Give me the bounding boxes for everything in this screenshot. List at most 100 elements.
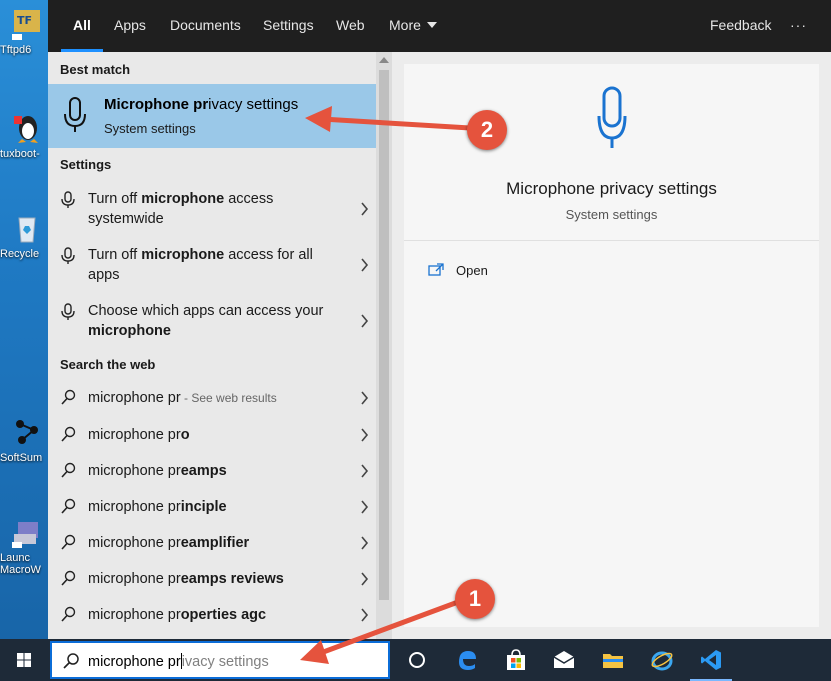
macro-launcher-icon: [12, 522, 38, 548]
chevron-right-icon: [361, 391, 369, 405]
desktop-icon-macro-launcher[interactable]: Launc MacroW: [0, 512, 48, 592]
recycle-bin-icon: [18, 217, 36, 243]
desktop-icon-label: Tftpd6: [0, 44, 32, 56]
chevron-right-icon: [361, 572, 369, 586]
web-result-label: microphone pro: [88, 427, 190, 443]
taskbar: microphone privacy settings: [0, 639, 831, 681]
settings-heading: Settings: [60, 157, 112, 172]
windows-start-icon[interactable]: [0, 639, 48, 681]
web-result-label: microphone preamplifier: [88, 535, 250, 551]
desktop-icon-recycle[interactable]: Recycle: [0, 208, 48, 288]
chevron-right-icon: [361, 258, 369, 272]
microphone-icon: [61, 247, 75, 264]
preview-actions: Open: [404, 240, 819, 627]
settings-item[interactable]: Turn off microphone access for all apps: [48, 244, 376, 292]
feedback-link[interactable]: Feedback: [710, 0, 771, 52]
desktop-icon-label: SoftSum: [0, 452, 43, 464]
softsum-icon: [16, 420, 38, 444]
search-query: microphone privacy settings: [88, 653, 269, 670]
web-result-item[interactable]: microphone pro: [48, 425, 376, 451]
desktop-icon-label: Recycle: [0, 248, 40, 260]
desktop-icon-softsum[interactable]: SoftSum: [0, 412, 48, 492]
tab-all[interactable]: All: [61, 0, 103, 52]
tab-more-label: More: [389, 17, 421, 33]
open-external-icon: [428, 263, 444, 276]
open-action-label: Open: [456, 263, 488, 278]
internet-explorer-icon[interactable]: [650, 648, 674, 672]
search-icon: [61, 534, 76, 550]
search-icon: [61, 426, 76, 442]
results-list: Best match Microphone privacy settings S…: [48, 52, 392, 639]
tab-settings[interactable]: Settings: [263, 0, 314, 52]
vscode-icon[interactable]: [699, 648, 723, 672]
settings-item-label: Turn off microphone access for all apps: [88, 247, 313, 283]
desktop-icon-label-2: MacroW: [0, 564, 41, 576]
taskbar-search-input[interactable]: microphone privacy settings: [50, 641, 390, 679]
chevron-right-icon: [361, 314, 369, 328]
microphone-icon: [64, 97, 86, 132]
web-result-label: microphone principle: [88, 499, 227, 515]
microphone-icon: [61, 191, 75, 208]
chevron-right-icon: [361, 464, 369, 478]
web-result-item[interactable]: microphone preamps: [48, 461, 376, 487]
web-result-label: microphone preamps reviews: [88, 571, 284, 587]
preview-pane: Microphone privacy settings System setti…: [392, 52, 831, 639]
annotation-badge-2: 2: [467, 110, 507, 150]
chevron-right-icon: [361, 500, 369, 514]
web-result-label: microphone preamps: [88, 463, 227, 479]
scroll-up-arrow-icon[interactable]: [379, 57, 389, 63]
settings-item[interactable]: Turn off microphone access systemwide: [48, 188, 376, 236]
store-icon[interactable]: [504, 648, 528, 672]
more-options-button[interactable]: ···: [790, 0, 807, 52]
web-result-item[interactable]: microphone principle: [48, 497, 376, 523]
best-match-subtitle: System settings: [104, 121, 196, 136]
desktop-icon-label: tuxboot-: [0, 148, 40, 160]
settings-item-label: Choose which apps can access your microph…: [88, 303, 324, 339]
web-result-item[interactable]: microphone preamplifier: [48, 533, 376, 559]
tux-icon: [14, 116, 38, 143]
microphone-icon: [597, 86, 627, 148]
search-icon: [61, 389, 76, 405]
web-result-item[interactable]: microphone pr - See web results: [48, 388, 376, 414]
web-heading: Search the web: [60, 357, 156, 372]
best-match-title: Microphone privacy settings: [104, 96, 299, 113]
chevron-right-icon: [361, 536, 369, 550]
tftpd-icon: TF: [12, 10, 40, 40]
mail-icon[interactable]: [552, 648, 576, 672]
svg-text:TF: TF: [17, 14, 32, 27]
tab-more[interactable]: More: [389, 0, 437, 52]
tab-apps[interactable]: Apps: [114, 0, 146, 52]
chevron-right-icon: [361, 428, 369, 442]
web-result-item[interactable]: microphone preamps reviews: [48, 569, 376, 595]
settings-item-label: Turn off microphone access systemwide: [88, 191, 274, 227]
preview-subtitle: System settings: [565, 207, 658, 222]
desktop-icon-label: Launc: [0, 552, 30, 564]
search-scope-bar: All Apps Documents Settings Web More Fee…: [48, 0, 831, 52]
web-result-label: microphone properties agc: [88, 607, 267, 623]
desktop: TF Tftpd6 tuxboot- Recycle SoftSum Launc…: [0, 0, 48, 639]
microphone-icon: [61, 303, 75, 320]
preview-title: Microphone privacy settings: [506, 179, 717, 198]
tab-web[interactable]: Web: [336, 0, 365, 52]
search-icon: [61, 570, 76, 586]
chevron-down-icon: [426, 22, 437, 28]
scrollbar-thumb[interactable]: [379, 70, 389, 600]
desktop-icon-tftpd[interactable]: TF Tftpd6: [0, 4, 48, 84]
web-result-item[interactable]: microphone properties agc: [48, 605, 376, 631]
web-result-label: microphone pr - See web results: [88, 390, 277, 406]
best-match-heading: Best match: [60, 62, 131, 77]
search-icon: [61, 606, 76, 622]
cortana-icon[interactable]: [405, 648, 429, 672]
search-icon: [63, 653, 79, 669]
results-scrollbar[interactable]: [376, 52, 392, 639]
desktop-icon-tuxboot[interactable]: tuxboot-: [0, 108, 48, 188]
preview-header: Microphone privacy settings System setti…: [404, 64, 819, 240]
chevron-right-icon: [361, 608, 369, 622]
file-explorer-icon[interactable]: [601, 648, 625, 672]
best-match-item[interactable]: Microphone privacy settings System setti…: [48, 84, 376, 148]
chevron-right-icon: [361, 202, 369, 216]
settings-item[interactable]: Choose which apps can access your microph…: [48, 300, 376, 348]
tab-documents[interactable]: Documents: [170, 0, 241, 52]
edge-icon[interactable]: [455, 648, 479, 672]
search-icon: [61, 498, 76, 514]
